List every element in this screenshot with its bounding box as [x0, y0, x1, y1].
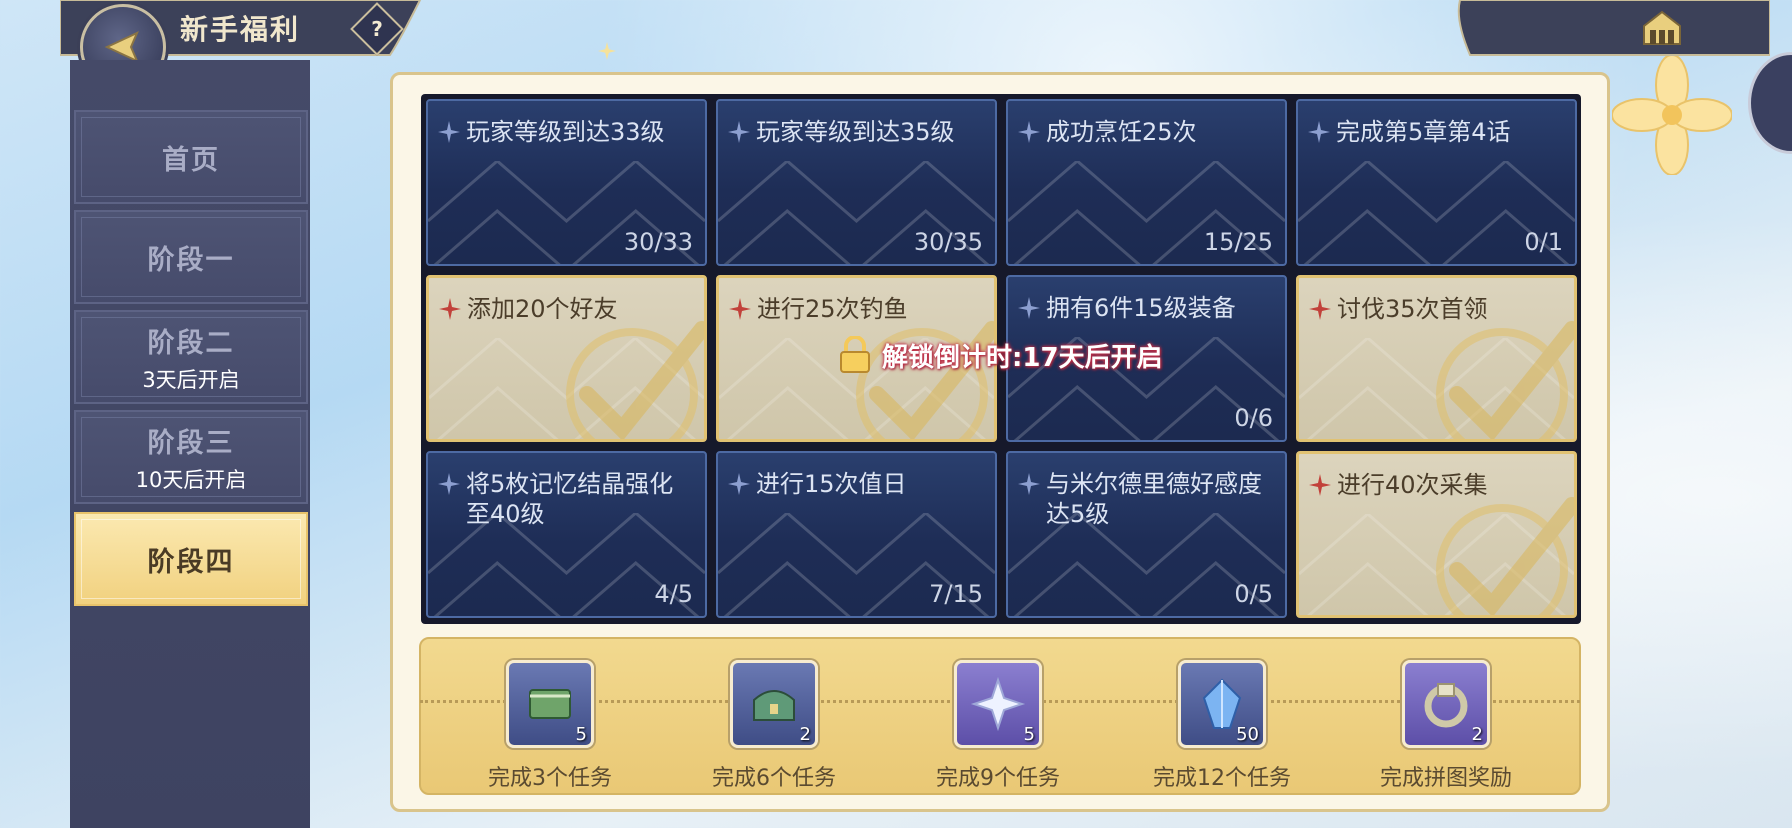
task-progress: 0/6 — [1234, 404, 1273, 432]
task-card[interactable]: 玩家等级到达35级 30/35 — [716, 99, 997, 266]
home-icon[interactable] — [1640, 8, 1684, 48]
task-title: 成功烹饪25次 — [1046, 118, 1197, 146]
sidebar-item-label: 首页 — [162, 144, 220, 176]
star-icon — [1308, 121, 1330, 143]
check-icon — [856, 321, 994, 439]
sidebar-item-stage-3[interactable]: 阶段三 10天后开启 — [74, 410, 308, 504]
green-book-icon: 5 — [506, 660, 594, 748]
lock-countdown-text: 解锁倒计时:17天后开启 — [882, 342, 1163, 373]
task-title: 与米尔德里德好感度达5级 — [1046, 470, 1262, 528]
star-icon — [728, 473, 750, 495]
blue-gem-icon: 50 — [1178, 660, 1266, 748]
star-icon — [729, 298, 751, 320]
sidebar-item-unlock-text: 10天后开启 — [135, 467, 247, 492]
reward-count: 50 — [1236, 724, 1259, 745]
reward-item[interactable]: 2 完成拼图奖励 — [1366, 660, 1526, 792]
help-icon: ? — [371, 17, 383, 41]
star-icon — [438, 473, 460, 495]
task-title: 将5枚记忆结晶强化至40级 — [466, 470, 674, 528]
star-icon — [1309, 298, 1331, 320]
task-card[interactable]: 玩家等级到达33级 30/33 — [426, 99, 707, 266]
lock-countdown: 解锁倒计时:17天后开启 — [838, 336, 1163, 374]
task-title: 完成第5章第4话 — [1336, 118, 1511, 146]
ring-icon: 2 — [1402, 660, 1490, 748]
sidebar-item-home[interactable]: 首页 — [74, 110, 308, 204]
sidebar-item-label: 阶段三 — [147, 427, 235, 459]
task-title: 玩家等级到达33级 — [466, 118, 665, 146]
task-title: 玩家等级到达35级 — [756, 118, 955, 146]
star-icon — [1018, 473, 1040, 495]
check-icon — [1436, 321, 1574, 439]
top-bar — [60, 0, 1770, 60]
reward-count: 5 — [1023, 724, 1035, 745]
sidebar-item-label: 阶段一 — [147, 244, 235, 276]
reward-label: 完成9个任务 — [936, 766, 1060, 791]
task-card[interactable]: 与米尔德里德好感度达5级 0/5 — [1006, 451, 1287, 618]
sidebar-item-unlock-text: 3天后开启 — [142, 367, 240, 392]
task-progress: 7/15 — [929, 580, 983, 608]
star-icon — [1018, 297, 1040, 319]
task-progress: 0/1 — [1524, 228, 1563, 256]
task-progress: 30/33 — [623, 228, 693, 256]
check-icon — [1436, 497, 1574, 615]
page-title: 新手福利 — [180, 13, 301, 46]
star-icon — [1309, 474, 1331, 496]
star-icon — [439, 298, 461, 320]
reward-label: 完成拼图奖励 — [1379, 766, 1512, 791]
reward-item[interactable]: 50 完成12个任务 — [1142, 660, 1302, 792]
reward-item[interactable]: 5 完成3个任务 — [470, 660, 630, 792]
sidebar-item-stage-4[interactable]: 阶段四 — [74, 512, 308, 606]
reward-count: 2 — [799, 724, 811, 745]
task-card[interactable]: 将5枚记忆结晶强化至40级 4/5 — [426, 451, 707, 618]
sidebar-item-stage-2[interactable]: 阶段二 3天后开启 — [74, 310, 308, 404]
top-bar-frame — [60, 0, 1770, 56]
task-progress: 30/35 — [913, 228, 983, 256]
task-title: 进行15次值日 — [756, 470, 907, 498]
check-icon — [566, 321, 704, 439]
reward-count: 5 — [575, 724, 587, 745]
task-progress: 0/5 — [1234, 580, 1273, 608]
reward-item[interactable]: 2 完成6个任务 — [694, 660, 854, 792]
sidebar-item-label: 阶段四 — [147, 546, 235, 578]
crystal-shard-icon: 5 — [954, 660, 1042, 748]
task-progress: 4/5 — [654, 580, 693, 608]
treasure-chest-icon: 2 — [730, 660, 818, 748]
reward-label: 完成6个任务 — [712, 766, 836, 791]
star-icon — [728, 121, 750, 143]
task-card[interactable]: 完成第5章第4话 0/1 — [1296, 99, 1577, 266]
sidebar-item-label: 阶段二 — [147, 327, 235, 359]
task-card[interactable]: 讨伐35次首领 — [1296, 275, 1577, 442]
task-card[interactable]: 进行40次采集 — [1296, 451, 1577, 618]
task-card[interactable]: 添加20个好友 — [426, 275, 707, 442]
task-title: 拥有6件15级装备 — [1046, 294, 1236, 322]
task-card[interactable]: 成功烹饪25次 15/25 — [1006, 99, 1287, 266]
sidebar: 首页 阶段一 阶段二 3天后开启 阶段三 10天后开启 阶段四 — [70, 60, 310, 828]
lock-icon — [840, 336, 870, 373]
flower-decoration — [1612, 55, 1732, 175]
task-card[interactable]: 进行15次值日 7/15 — [716, 451, 997, 618]
star-icon — [438, 121, 460, 143]
reward-item[interactable]: 5 完成9个任务 — [918, 660, 1078, 792]
task-progress: 15/25 — [1203, 228, 1273, 256]
reward-label: 完成12个任务 — [1153, 766, 1291, 791]
reward-label: 完成3个任务 — [488, 766, 612, 791]
reward-count: 2 — [1471, 724, 1483, 745]
sidebar-item-stage-1[interactable]: 阶段一 — [74, 210, 308, 304]
star-icon — [1018, 121, 1040, 143]
